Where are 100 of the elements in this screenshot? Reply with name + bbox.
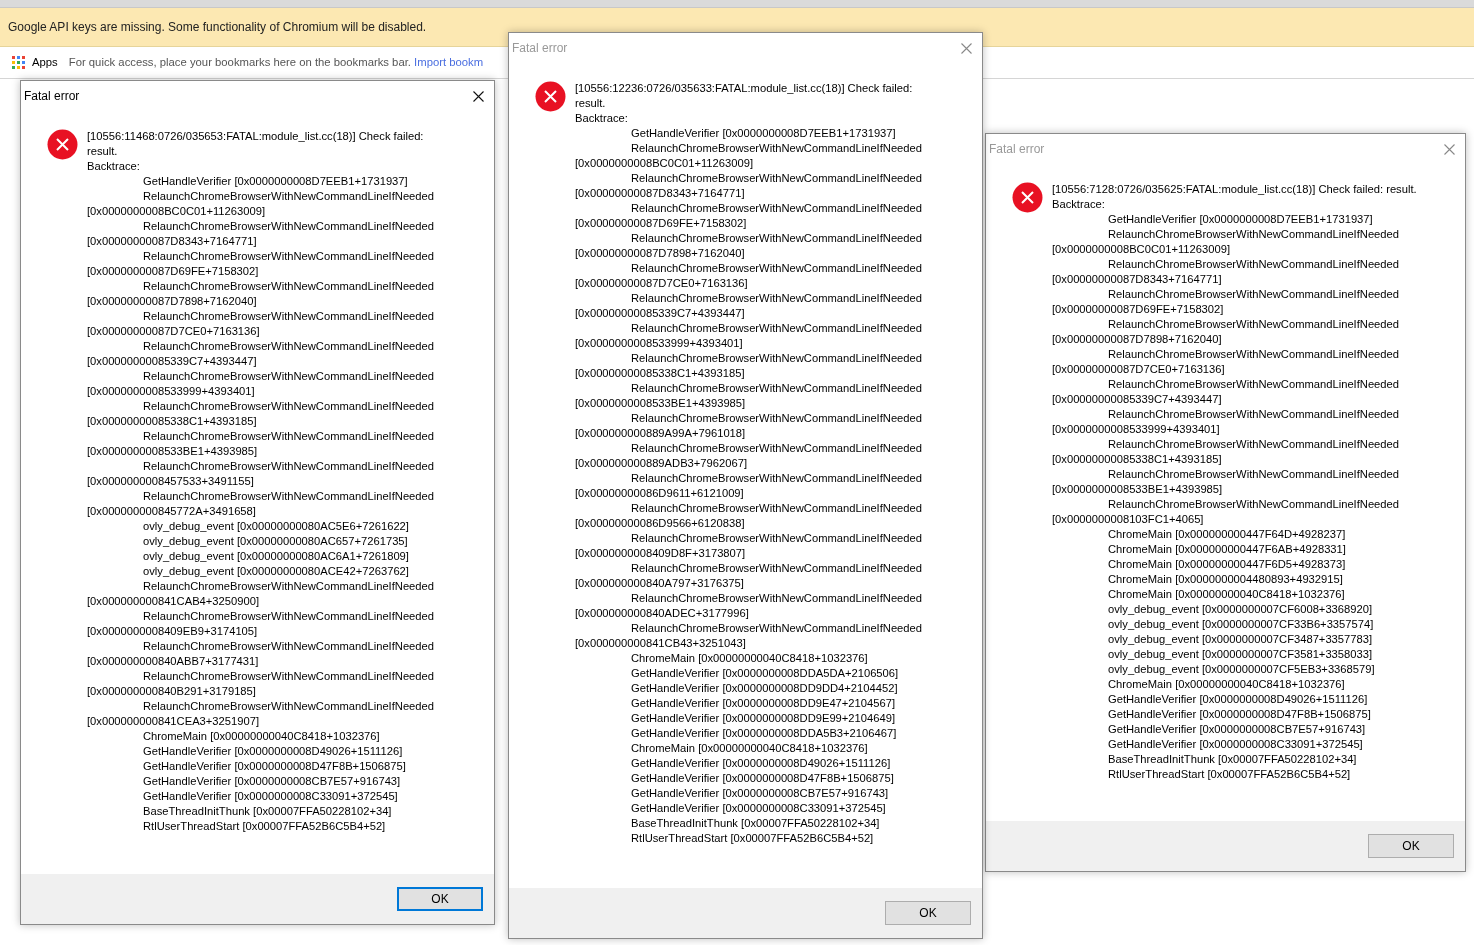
backtrace-frame: RelaunchChromeBrowserWithNewCommandLineIfNeeded [0x0000000008533999+4393401] xyxy=(1052,407,1423,437)
backtrace-frame: RelaunchChromeBrowserWithNewCommandLineIfNeeded [0x00000000085339C7+4393447] xyxy=(1052,377,1423,407)
backtrace-frame: ovly_debug_event [0x0000000007CF5EB3+3368579] xyxy=(1052,662,1423,677)
backtrace-frame: RelaunchChromeBrowserWithNewCommandLineIfNeeded [0x00000000086D9566+6120838] xyxy=(575,501,940,531)
backtrace-frame: ChromeMain [0x00000000040C8418+1032376] xyxy=(575,651,940,666)
backtrace-frame: ChromeMain [0x00000000040C8418+1032376] xyxy=(87,729,452,744)
backtrace-frame: ChromeMain [0x00000000040C8418+1032376] xyxy=(1052,677,1423,692)
dialog-title: Fatal error xyxy=(24,88,80,105)
error-message: [10556:7128:0726/035625:FATAL:module_list.cc(18)] Check failed: result. xyxy=(1052,182,1418,197)
backtrace-frame: RelaunchChromeBrowserWithNewCommandLineIfNeeded [0x0000000008409EB9+3174105] xyxy=(87,609,452,639)
backtrace-frame: ChromeMain [0x000000000447F6D5+4928373] xyxy=(1052,557,1423,572)
backtrace-frame: GetHandleVerifier [0x0000000008D47F8B+1506875] xyxy=(1052,707,1423,722)
backtrace-frame: ovly_debug_event [0x0000000007CF3487+3357783] xyxy=(1052,632,1423,647)
backtrace-frame: GetHandleVerifier [0x0000000008DD9E99+2104649] xyxy=(575,711,940,726)
dialog-title: Fatal error xyxy=(512,40,568,57)
backtrace-frame: GetHandleVerifier [0x0000000008D49026+1511126] xyxy=(87,744,452,759)
dialog-title: Fatal error xyxy=(989,141,1045,158)
backtrace-frame: RtlUserThreadStart [0x00007FFA52B6C5B4+52] xyxy=(1052,767,1423,782)
backtrace-label: Backtrace: xyxy=(575,111,629,126)
backtrace-label: Backtrace: xyxy=(1052,197,1106,212)
backtrace-frame: RelaunchChromeBrowserWithNewCommandLineIfNeeded [0x00000000085338C1+4393185] xyxy=(1052,437,1423,467)
backtrace-frame: GetHandleVerifier [0x0000000008D49026+1511126] xyxy=(575,756,940,771)
backtrace-frame: RelaunchChromeBrowserWithNewCommandLineIfNeeded [0x000000000840A797+3176375] xyxy=(575,561,940,591)
backtrace-frame: ovly_debug_event [0x0000000007CF3581+3358033] xyxy=(1052,647,1423,662)
backtrace-frame: RtlUserThreadStart [0x00007FFA52B6C5B4+52] xyxy=(87,819,452,834)
backtrace-frame: BaseThreadInitThunk [0x00007FFA50228102+34] xyxy=(1052,752,1423,767)
backtrace-frame: RelaunchChromeBrowserWithNewCommandLineIfNeeded [0x000000000840ADEC+3177996] xyxy=(575,591,940,621)
backtrace-frame: RelaunchChromeBrowserWithNewCommandLineIfNeeded [0x00000000087D8343+7164771] xyxy=(1052,257,1423,287)
backtrace-frame: RelaunchChromeBrowserWithNewCommandLineIfNeeded [0x00000000087D7CE0+7163136] xyxy=(87,309,452,339)
error-message: [10556:12236:0726/035633:FATAL:module_list.cc(18)] Check failed: result. xyxy=(575,81,914,111)
backtrace-frame: RelaunchChromeBrowserWithNewCommandLineIfNeeded [0x00000000086D9611+6121009] xyxy=(575,471,940,501)
backtrace-frame: ChromeMain [0x000000000447F64D+4928237] xyxy=(1052,527,1423,542)
backtrace-frame: GetHandleVerifier [0x0000000008DD9E47+2104567] xyxy=(575,696,940,711)
error-icon xyxy=(47,129,78,160)
backtrace-frame: RelaunchChromeBrowserWithNewCommandLineIfNeeded [0x0000000008BC0C01+11263009] xyxy=(1052,227,1423,257)
backtrace-frame: RelaunchChromeBrowserWithNewCommandLineIfNeeded [0x000000000841CAB4+3250900] xyxy=(87,579,452,609)
error-icon xyxy=(1012,182,1043,213)
backtrace-frame: RelaunchChromeBrowserWithNewCommandLineIfNeeded [0x00000000085339C7+4393447] xyxy=(575,291,940,321)
backtrace-frame: ovly_debug_event [0x00000000080AC657+7261735] xyxy=(87,534,452,549)
apps-grid-icon[interactable] xyxy=(12,56,25,69)
backtrace-frame: RelaunchChromeBrowserWithNewCommandLineIfNeeded [0x00000000085338C1+4393185] xyxy=(87,399,452,429)
backtrace-frame: RelaunchChromeBrowserWithNewCommandLineIfNeeded [0x0000000008533BE1+4393985] xyxy=(575,381,940,411)
backtrace-frame: RelaunchChromeBrowserWithNewCommandLineIfNeeded [0x000000000840ABB7+3177431] xyxy=(87,639,452,669)
backtrace-frame: GetHandleVerifier [0x0000000008C33091+372545] xyxy=(1052,737,1423,752)
backtrace-frame: RelaunchChromeBrowserWithNewCommandLineIfNeeded [0x000000000841CB43+3251043] xyxy=(575,621,940,651)
backtrace-frame: ChromeMain [0x00000000040C8418+1032376] xyxy=(1052,587,1423,602)
backtrace-frame: RelaunchChromeBrowserWithNewCommandLineIfNeeded [0x00000000087D7898+7162040] xyxy=(87,279,452,309)
backtrace-frame: RelaunchChromeBrowserWithNewCommandLineIfNeeded [0x00000000087D7CE0+7163136] xyxy=(1052,347,1423,377)
backtrace-frame: RelaunchChromeBrowserWithNewCommandLineIfNeeded [0x000000000841CEA3+3251907] xyxy=(87,699,452,729)
backtrace-frame: RelaunchChromeBrowserWithNewCommandLineIfNeeded [0x000000000840B291+3179185] xyxy=(87,669,452,699)
backtrace-frame: GetHandleVerifier [0x0000000008D49026+1511126] xyxy=(1052,692,1423,707)
backtrace-frame: ovly_debug_event [0x00000000080ACE42+7263762] xyxy=(87,564,452,579)
backtrace-frame: GetHandleVerifier [0x0000000008DD9DD4+2104452] xyxy=(575,681,940,696)
bookmarks-hint: For quick access, place your bookmarks here on the bookmarks bar. Import bookm xyxy=(68,55,484,71)
backtrace-frame: RelaunchChromeBrowserWithNewCommandLineIfNeeded [0x0000000008103FC1+4065] xyxy=(1052,497,1423,527)
backtrace-frame: GetHandleVerifier [0x0000000008DDA5DA+2106506] xyxy=(575,666,940,681)
warning-message: Google API keys are missing. Some functionality of Chromium will be disabled. xyxy=(8,19,427,36)
backtrace-frame: RelaunchChromeBrowserWithNewCommandLineIfNeeded [0x0000000008533BE1+4393985] xyxy=(1052,467,1423,497)
backtrace-frame: RelaunchChromeBrowserWithNewCommandLineIfNeeded [0x0000000008533BE1+4393985] xyxy=(87,429,452,459)
backtrace-frame: RelaunchChromeBrowserWithNewCommandLineIfNeeded [0x00000000087D8343+7164771] xyxy=(575,171,940,201)
import-bookmarks-link[interactable]: Import bookm xyxy=(414,56,484,69)
backtrace-frame: RelaunchChromeBrowserWithNewCommandLineIfNeeded [0x00000000085338C1+4393185] xyxy=(575,351,940,381)
backtrace-frame: RelaunchChromeBrowserWithNewCommandLineIfNeeded [0x00000000087D7898+7162040] xyxy=(575,231,940,261)
backtrace-frame: RelaunchChromeBrowserWithNewCommandLineIfNeeded [0x00000000085339C7+4393447] xyxy=(87,339,452,369)
backtrace-frame: ovly_debug_event [0x0000000007CF33B6+3357574] xyxy=(1052,617,1423,632)
backtrace-frame: GetHandleVerifier [0x0000000008D7EEB1+1731937] xyxy=(1052,212,1423,227)
backtrace-frame: GetHandleVerifier [0x0000000008D47F8B+1506875] xyxy=(87,759,452,774)
backtrace-frame: RelaunchChromeBrowserWithNewCommandLineIfNeeded [0x000000000889ADB3+7962067] xyxy=(575,441,940,471)
backtrace-frame: GetHandleVerifier [0x0000000008D47F8B+1506875] xyxy=(575,771,940,786)
backtrace-frame: RelaunchChromeBrowserWithNewCommandLineIfNeeded [0x00000000087D69FE+7158302] xyxy=(1052,287,1423,317)
backtrace-frame: GetHandleVerifier [0x0000000008CB7E57+916743] xyxy=(1052,722,1423,737)
backtrace-frame: ChromeMain [0x00000000040C8418+1032376] xyxy=(575,741,940,756)
apps-shortcut[interactable]: Apps xyxy=(32,54,58,71)
error-message: [10556:11468:0726/035653:FATAL:module_list.cc(18)] Check failed: result. xyxy=(87,129,425,159)
backtrace-frame: ovly_debug_event [0x0000000007CF6008+3368920] xyxy=(1052,602,1423,617)
backtrace-label: Backtrace: xyxy=(87,159,141,174)
backtrace-frame: GetHandleVerifier [0x0000000008CB7E57+916743] xyxy=(87,774,452,789)
backtrace-frame: ovly_debug_event [0x00000000080AC5E6+7261622] xyxy=(87,519,452,534)
backtrace-frame: RelaunchChromeBrowserWithNewCommandLineIfNeeded [0x0000000008BC0C01+11263009] xyxy=(87,189,452,219)
backtrace-frame: GetHandleVerifier [0x0000000008C33091+372545] xyxy=(575,801,940,816)
backtrace-frame: BaseThreadInitThunk [0x00007FFA50228102+34] xyxy=(87,804,452,819)
error-icon xyxy=(535,81,566,112)
backtrace-frame: RelaunchChromeBrowserWithNewCommandLineIfNeeded [0x000000000889A99A+7961018] xyxy=(575,411,940,441)
ok-button[interactable]: OK xyxy=(397,887,483,911)
backtrace-frame: RelaunchChromeBrowserWithNewCommandLineIfNeeded [0x0000000008BC0C01+11263009] xyxy=(575,141,940,171)
backtrace-frame: RelaunchChromeBrowserWithNewCommandLineIfNeeded [0x00000000087D8343+7164771] xyxy=(87,219,452,249)
backtrace-frame: BaseThreadInitThunk [0x00007FFA50228102+34] xyxy=(575,816,940,831)
ok-button[interactable]: OK xyxy=(1368,834,1454,858)
backtrace-frame: RelaunchChromeBrowserWithNewCommandLineIfNeeded [0x0000000008409D8F+3173807] xyxy=(575,531,940,561)
backtrace-frame: RelaunchChromeBrowserWithNewCommandLineIfNeeded [0x0000000008457533+3491155] xyxy=(87,459,452,489)
backtrace-frame: RelaunchChromeBrowserWithNewCommandLineIfNeeded [0x00000000087D69FE+7158302] xyxy=(87,249,452,279)
backtrace-frame: ovly_debug_event [0x00000000080AC6A1+7261809] xyxy=(87,549,452,564)
ok-button[interactable]: OK xyxy=(885,901,971,925)
backtrace-frame: ChromeMain [0x0000000004480893+4932915] xyxy=(1052,572,1423,587)
backtrace-frame: GetHandleVerifier [0x0000000008D7EEB1+1731937] xyxy=(87,174,452,189)
backtrace-frame: RelaunchChromeBrowserWithNewCommandLineIfNeeded [0x0000000008533999+4393401] xyxy=(87,369,452,399)
backtrace-frame: GetHandleVerifier [0x0000000008D7EEB1+1731937] xyxy=(575,126,940,141)
backtrace-frame: GetHandleVerifier [0x0000000008C33091+372545] xyxy=(87,789,452,804)
backtrace-frame: RelaunchChromeBrowserWithNewCommandLineIfNeeded [0x00000000087D7898+7162040] xyxy=(1052,317,1423,347)
close-icon[interactable] xyxy=(473,90,484,102)
